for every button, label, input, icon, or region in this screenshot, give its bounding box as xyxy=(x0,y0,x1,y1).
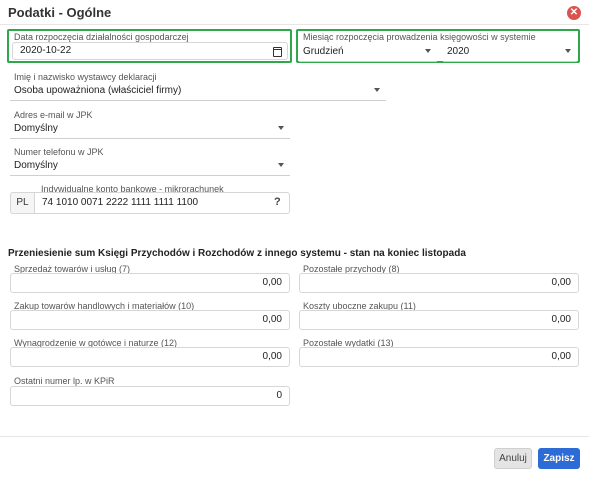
chevron-down-icon xyxy=(278,126,284,130)
accounting-start-label: Miesiąc rozpoczęcia prowadzenia księgowo… xyxy=(303,32,536,42)
last-kpir-input[interactable]: 0 xyxy=(10,386,290,406)
help-icon[interactable]: ? xyxy=(274,196,281,208)
start-date-value: 2020-10-22 xyxy=(20,45,72,56)
year-select[interactable]: 2020 xyxy=(443,42,577,62)
cancel-button[interactable]: Anuluj xyxy=(494,448,532,469)
save-button[interactable]: Zapisz xyxy=(538,448,580,469)
header-divider xyxy=(0,24,589,25)
goods-purchase-input[interactable]: 0,00 xyxy=(10,310,290,330)
bank-account-value: 74 1010 0071 2222 1111 1111 1100 xyxy=(42,197,199,208)
chevron-down-icon xyxy=(425,49,431,53)
close-icon[interactable]: ✕ xyxy=(567,6,581,20)
chevron-down-icon xyxy=(278,163,284,167)
transfer-section-title: Przeniesienie sum Księgi Przychodów i Ro… xyxy=(8,248,466,259)
start-date-input[interactable]: 2020-10-22 xyxy=(12,42,288,60)
declarant-select[interactable]: Osoba upoważniona (właściciel firmy) xyxy=(10,81,386,101)
jpk-email-value: Domyślny xyxy=(14,123,58,134)
month-value: Grudzień xyxy=(303,46,344,57)
start-date-label: Data rozpoczęcia działalności gospodarcz… xyxy=(14,32,189,42)
chevron-down-icon xyxy=(565,49,571,53)
other-expenses-input[interactable]: 0,00 xyxy=(299,347,579,367)
last-kpir-label: Ostatni numer lp. w KPiR xyxy=(14,376,115,386)
declarant-value: Osoba upoważniona (właściciel firmy) xyxy=(14,85,182,96)
other-income-input[interactable]: 0,00 xyxy=(299,273,579,293)
dialog-title: Podatki - Ogólne xyxy=(8,5,112,20)
calendar-icon[interactable] xyxy=(273,47,282,57)
month-select[interactable]: Grudzień xyxy=(299,42,437,62)
jpk-email-select[interactable]: Domyślny xyxy=(10,119,290,139)
sales-input[interactable]: 0,00 xyxy=(10,273,290,293)
chevron-down-icon xyxy=(374,88,380,92)
side-costs-input[interactable]: 0,00 xyxy=(299,310,579,330)
jpk-phone-select[interactable]: Domyślny xyxy=(10,156,290,176)
salaries-input[interactable]: 0,00 xyxy=(10,347,290,367)
bank-account-input[interactable]: 74 1010 0071 2222 1111 1111 1100 xyxy=(34,192,290,214)
year-value: 2020 xyxy=(447,46,470,57)
country-prefix: PL xyxy=(10,192,34,214)
footer-divider xyxy=(0,436,589,437)
jpk-phone-value: Domyślny xyxy=(14,160,58,171)
